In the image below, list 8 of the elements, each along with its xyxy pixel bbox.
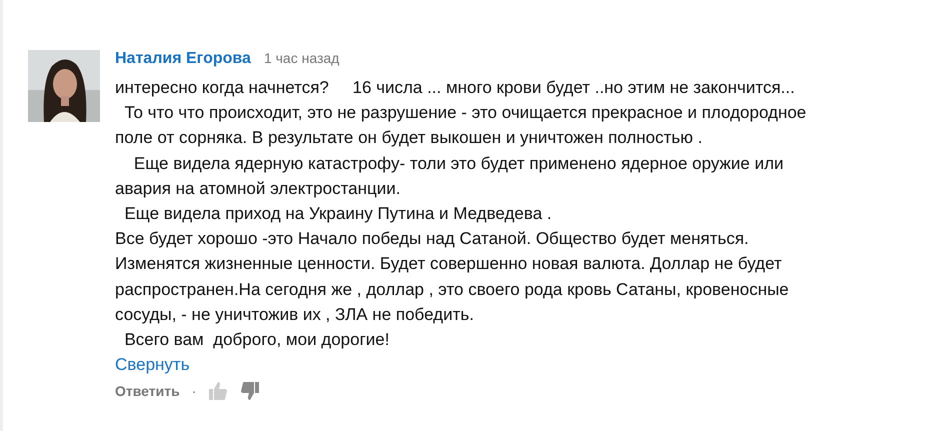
thumbs-up-icon[interactable] <box>208 381 228 402</box>
comment-time: 1 час назад <box>264 50 340 66</box>
reply-button[interactable]: Ответить <box>115 383 180 400</box>
thumbs-down-icon[interactable] <box>240 381 260 402</box>
author-name[interactable]: Наталия Егорова <box>115 50 251 68</box>
collapse-link[interactable]: Свернуть <box>115 352 190 378</box>
separator-dot: · <box>192 383 196 400</box>
comment-text: интересно когда начнется? 16 числа ... много крови будет ..но этим не закончится... То что что происходит, это не разрушение - это очищается прекрасное и плодородное поле от сорняка. В результате он будет выкошен и уничтожен полностью . Еще видела ядерную катастрофу- толи это будет применено ядерное оружие или авария на атомной электростанции. Еще видела приход на Украину Путина и Медведева . Все будет хорошо -это Начало победы над Сатаной. Общество будет меняться. Изменятся жизненные ценности. Будет совершенно новая валюта. Доллар не будет распространен.На сегодня же , доллар , это своего рода кровь Сатаны, кровеносные сосуды, - не уничтожив их , ЗЛА не победить. Всего вам доброго, мои дорогие! <box>115 77 806 352</box>
